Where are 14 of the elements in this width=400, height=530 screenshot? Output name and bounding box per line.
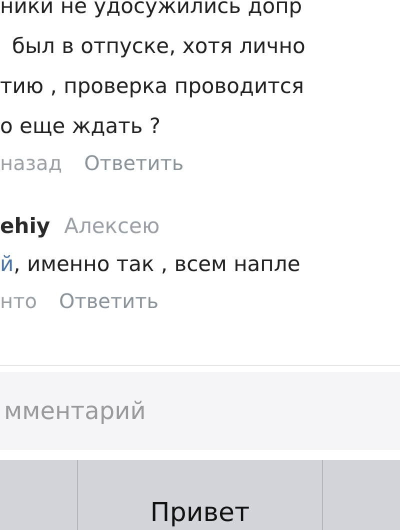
comment-text-line: о еще ждать ? xyxy=(0,113,162,140)
mention-link[interactable]: й xyxy=(0,244,14,284)
comment-time: нто xyxy=(0,288,37,315)
comment-text-line: тию , проверка проводится xyxy=(0,73,306,100)
suggestion-button[interactable]: Привет xyxy=(77,460,322,530)
comment-text-line: был в отпуске, хотя лично xyxy=(11,33,306,60)
comment-author[interactable]: ehiy xyxy=(0,208,50,244)
comment-input-field[interactable]: мментарий xyxy=(0,372,400,450)
reply-link[interactable]: Ответить xyxy=(84,146,184,180)
reply-addressee: Алексею xyxy=(64,213,160,240)
comment-text-line: ники не удосужились допр xyxy=(0,0,304,20)
reply-link[interactable]: Ответить xyxy=(58,284,159,318)
comment-time: назад xyxy=(0,150,62,177)
comment-text: , именно так , всем напле xyxy=(14,251,300,278)
